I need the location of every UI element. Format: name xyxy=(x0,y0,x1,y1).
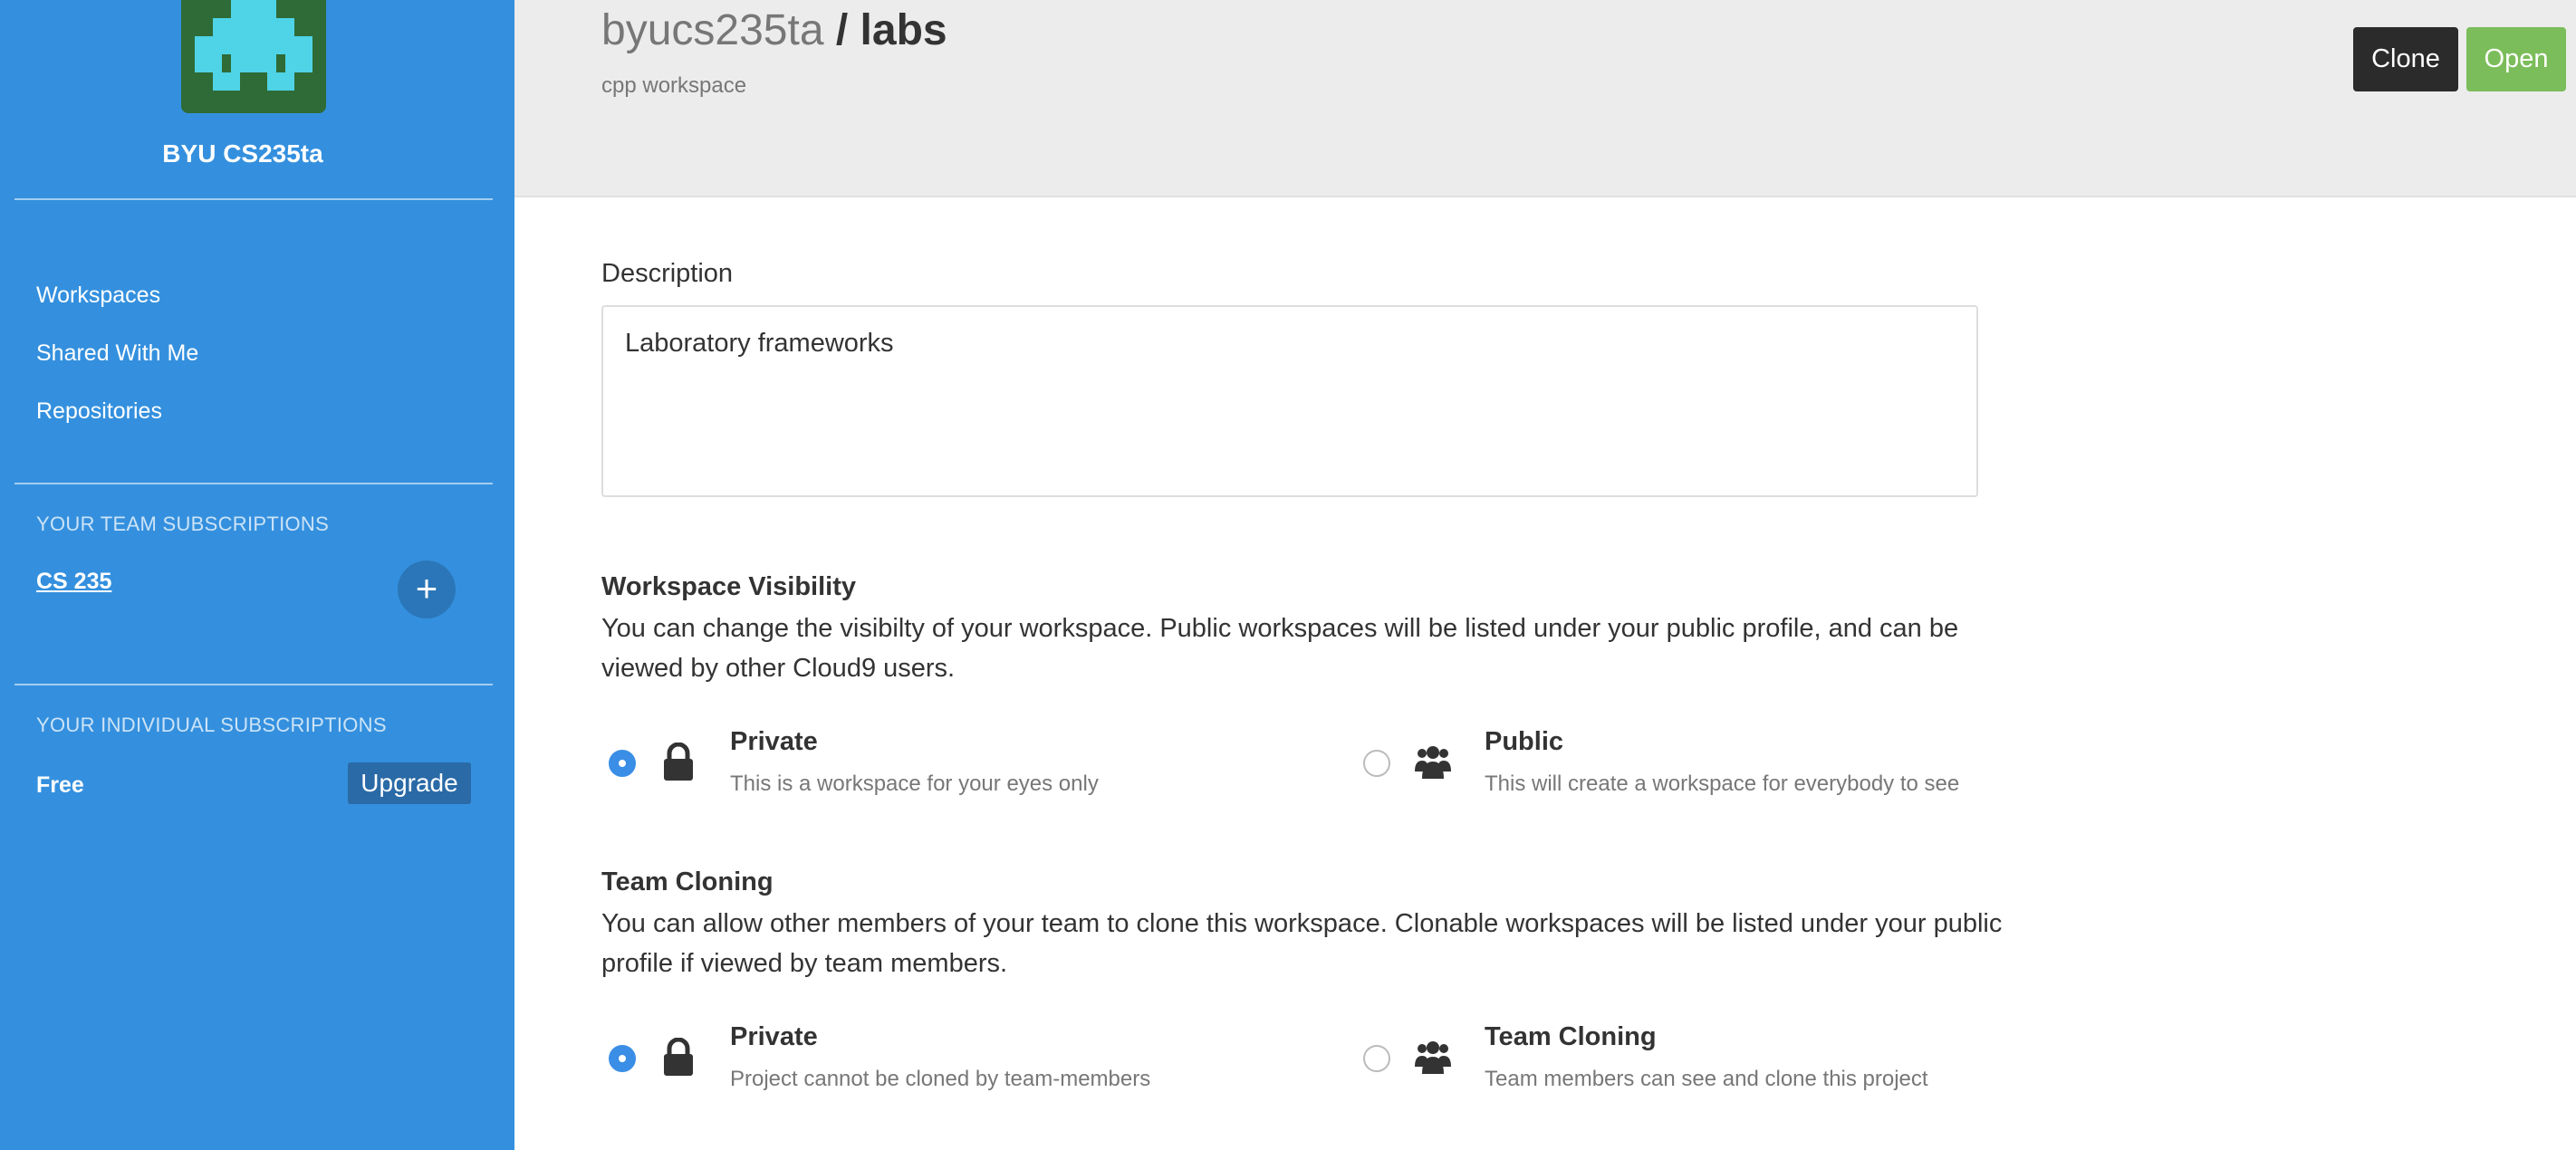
sidebar: BYU CS235ta Workspaces Shared With Me Re… xyxy=(0,0,514,1150)
lock-icon xyxy=(664,743,693,781)
cloning-team-desc: Team members can see and clone this proj… xyxy=(1485,1067,1928,1091)
open-button[interactable]: Open xyxy=(2466,27,2566,91)
sidebar-item-repositories[interactable]: Repositories xyxy=(36,398,162,425)
space-invader-icon xyxy=(195,0,312,91)
visibility-public-radio[interactable] xyxy=(1363,750,1390,777)
upgrade-button[interactable]: Upgrade xyxy=(348,762,471,804)
visibility-title: Workspace Visibility xyxy=(601,572,856,601)
visibility-public-title: Public xyxy=(1485,727,1564,756)
description-field[interactable]: Laboratory frameworks xyxy=(601,305,1978,497)
workspace-subtitle: cpp workspace xyxy=(601,73,747,98)
cloning-team-title: Team Cloning xyxy=(1485,1022,1657,1051)
page-title: byucs235ta / labs xyxy=(601,5,947,55)
workspace-header: byucs235ta / labs cpp workspace xyxy=(514,0,2576,197)
avatar xyxy=(181,0,326,113)
cloning-private-title: Private xyxy=(730,1022,818,1051)
divider xyxy=(14,198,493,200)
group-icon xyxy=(1415,746,1451,779)
group-icon xyxy=(1415,1041,1451,1074)
visibility-private-title: Private xyxy=(730,727,818,756)
workspace-owner[interactable]: byucs235ta xyxy=(601,6,824,54)
plan-name: Free xyxy=(36,772,84,798)
visibility-private-radio[interactable] xyxy=(609,750,636,777)
individual-subscriptions-heading: YOUR INDIVIDUAL SUBSCRIPTIONS xyxy=(36,714,387,736)
cloning-private-desc: Project cannot be cloned by team-members xyxy=(730,1067,1151,1091)
divider xyxy=(14,684,493,685)
description-label: Description xyxy=(601,259,734,288)
visibility-private-desc: This is a workspace for your eyes only xyxy=(730,771,1099,796)
visibility-public-desc: This will create a workspace for everybo… xyxy=(1485,771,1960,796)
workspace-name: labs xyxy=(860,6,947,54)
title-separator: / xyxy=(823,6,860,54)
team-subscription-link[interactable]: CS 235 xyxy=(36,569,111,595)
team-subscriptions-heading: YOUR TEAM SUBSCRIPTIONS xyxy=(36,513,330,535)
sidebar-item-shared-with-me[interactable]: Shared With Me xyxy=(36,340,198,367)
lock-icon xyxy=(664,1038,693,1076)
divider xyxy=(14,483,493,484)
cloning-text: You can allow other members of your team… xyxy=(601,909,2003,978)
team-name: BYU CS235ta xyxy=(162,139,323,168)
cloning-private-radio[interactable] xyxy=(609,1045,636,1072)
clone-button[interactable]: Clone xyxy=(2353,27,2458,91)
sidebar-item-workspaces[interactable]: Workspaces xyxy=(36,283,160,309)
visibility-text: You can change the visibilty of your wor… xyxy=(601,614,1959,683)
cloning-team-radio[interactable] xyxy=(1363,1045,1390,1072)
cloning-title: Team Cloning xyxy=(601,867,774,896)
add-team-button[interactable]: + xyxy=(398,561,456,618)
